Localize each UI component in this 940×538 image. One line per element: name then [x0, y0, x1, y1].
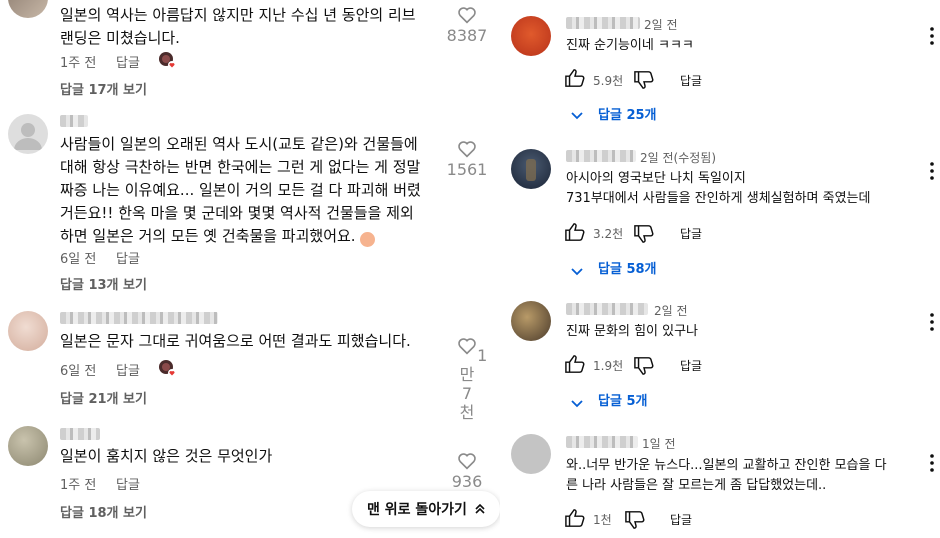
like-count: 1561 [446, 160, 488, 179]
comment-time: 2일 전 [644, 18, 678, 32]
comment-item: 2일 전(수정됨) 아시아의 영국보단 나치 독일이지 731부대에서 사람들을… [500, 140, 940, 280]
back-to-top-button[interactable]: 맨 위로 돌아가기 [352, 491, 500, 527]
comment-item: 일본의 역사는 아름답지 않지만 지난 수십 년 동안의 리브 랜딩은 미쳤습니… [0, 0, 500, 100]
view-replies-button[interactable]: 답글 17개 보기 [60, 79, 147, 98]
username-redacted [566, 17, 640, 29]
comment-text: 일본의 역사는 아름답지 않지만 지난 수십 년 동안의 리브 랜딩은 미쳤습니… [60, 6, 416, 47]
heart-outline-icon[interactable] [457, 337, 477, 355]
comment-item: 사람들이 일본의 오래된 역사 도시(교토 같은)와 건물들에 대해 항상 극찬… [0, 108, 500, 293]
right-comment-list: 2일 전 진짜 순기능이네 ㅋㅋㅋ 5.9천 답글 답글 25개 2일 전(수정… [500, 0, 940, 538]
chevron-down-icon[interactable] [570, 262, 584, 281]
reply-button[interactable]: 답글 [680, 72, 702, 89]
comment-time: 1일 전 [642, 437, 676, 451]
view-replies-button[interactable]: 답글 21개 보기 [60, 388, 147, 407]
username-redacted [60, 312, 218, 324]
comment-text: 일본은 문자 그대로 귀여움으로 어떤 결과도 피했습니다. [60, 332, 411, 350]
like-count: 1 만 7 천 [459, 346, 488, 422]
comment-time: 1주 전 [60, 478, 97, 493]
comment-text: 진짜 문화의 힘이 있구나 [566, 324, 698, 339]
avatar[interactable] [8, 0, 48, 18]
thumbs-up-icon[interactable] [564, 222, 586, 246]
username-redacted [566, 150, 636, 162]
back-to-top-label: 맨 위로 돌아가기 [367, 502, 467, 518]
creator-heart-badge [158, 359, 176, 377]
sad-face-emoji: 😞 [359, 232, 375, 247]
avatar[interactable] [511, 301, 551, 341]
reply-button[interactable]: 답글 [680, 357, 702, 374]
avatar[interactable] [511, 16, 551, 56]
avatar[interactable] [8, 114, 48, 154]
view-replies-button[interactable]: 답글 5개 [598, 390, 647, 409]
view-replies-button[interactable]: 답글 58개 [598, 258, 657, 277]
thumbs-down-icon[interactable] [633, 224, 655, 248]
comment-item: 1일 전 와..너무 반가운 뉴스다...일본의 교활하고 잔인한 모습을 다 … [500, 425, 940, 538]
like-count: 3.2천 [593, 227, 624, 241]
reply-button[interactable]: 답글 [116, 248, 140, 267]
username-redacted [60, 428, 100, 440]
comment-time: 2일 전(수정됨) [640, 151, 717, 165]
comment-text: 사람들이 일본의 오래된 역사 도시(교토 같은)와 건물들에 대해 항상 극찬… [60, 133, 455, 248]
left-comment-list: 일본의 역사는 아름답지 않지만 지난 수십 년 동안의 리브 랜딩은 미쳤습니… [0, 0, 500, 538]
vertical-ellipsis-icon[interactable] [924, 453, 940, 473]
comment-item: 일본은 문자 그대로 귀여움으로 어떤 결과도 피했습니다. 6일 전 답글 답… [0, 305, 500, 422]
thumbs-down-icon[interactable] [624, 510, 646, 534]
like-count: 1.9천 [593, 359, 624, 373]
view-replies-button[interactable]: 답글 13개 보기 [60, 274, 147, 293]
comment-text: 와..너무 반가운 뉴스다...일본의 교활하고 잔인한 모습을 다 른 나라 … [566, 458, 887, 493]
thumbs-up-icon[interactable] [564, 68, 586, 92]
username-redacted [60, 115, 88, 127]
reply-button[interactable]: 답글 [116, 360, 140, 379]
like-count: 8387 [446, 26, 488, 45]
heart-outline-icon [458, 453, 476, 470]
comment-text: 일본이 훔치지 않은 것은 무엇인가 [60, 447, 273, 465]
username-redacted [566, 436, 638, 448]
like-count: 936 [451, 472, 483, 491]
heart-outline-icon [458, 7, 476, 24]
chevron-down-icon[interactable] [570, 106, 584, 125]
thumbs-down-icon[interactable] [633, 356, 655, 380]
avatar[interactable] [511, 434, 551, 474]
comment-time: 2일 전 [654, 304, 688, 318]
reply-button[interactable]: 답글 [116, 474, 140, 493]
vertical-ellipsis-icon[interactable] [924, 26, 940, 46]
comment-text: 아시아의 영국보단 나치 독일이지 731부대에서 사람들을 잔인하게 생체실험… [566, 171, 871, 206]
comment-time: 1주 전 [60, 56, 97, 71]
like-heart-button[interactable]: 8387 [443, 6, 491, 45]
comment-item: 2일 전 진짜 순기능이네 ㅋㅋㅋ 5.9천 답글 답글 25개 [500, 0, 940, 130]
username-redacted [566, 303, 648, 315]
view-replies-button[interactable]: 답글 18개 보기 [60, 502, 147, 521]
chevron-down-icon[interactable] [570, 394, 584, 413]
thumbs-down-icon[interactable] [633, 70, 655, 94]
like-count: 1천 [593, 513, 612, 527]
reply-button[interactable]: 답글 [680, 225, 702, 242]
comment-time: 6일 전 [60, 364, 97, 379]
thumbs-up-icon[interactable] [564, 354, 586, 378]
comment-text-content: 사람들이 일본의 오래된 역사 도시(교토 같은)와 건물들에 대해 항상 극찬… [60, 135, 421, 245]
avatar[interactable] [8, 311, 48, 351]
avatar[interactable] [511, 149, 551, 189]
view-replies-button[interactable]: 답글 25개 [598, 104, 657, 123]
comment-item: 2일 전 진짜 문화의 힘이 있구나 1.9천 답글 답글 5개 [500, 292, 940, 417]
vertical-ellipsis-icon[interactable] [924, 161, 940, 181]
creator-heart-badge [158, 51, 176, 69]
reply-button[interactable]: 답글 [116, 52, 140, 71]
comment-text: 진짜 순기능이네 ㅋㅋㅋ [566, 38, 694, 53]
like-heart-button[interactable]: 1561 [443, 140, 491, 179]
vertical-ellipsis-icon[interactable] [924, 312, 940, 332]
chevron-up-icon [475, 503, 485, 514]
comment-time: 6일 전 [60, 252, 97, 267]
avatar[interactable] [8, 426, 48, 466]
heart-outline-icon [458, 141, 476, 158]
like-heart-button[interactable]: 936 [443, 452, 491, 491]
reply-button[interactable]: 답글 [670, 511, 692, 528]
thumbs-up-icon[interactable] [564, 508, 586, 532]
like-count: 5.9천 [593, 74, 624, 88]
